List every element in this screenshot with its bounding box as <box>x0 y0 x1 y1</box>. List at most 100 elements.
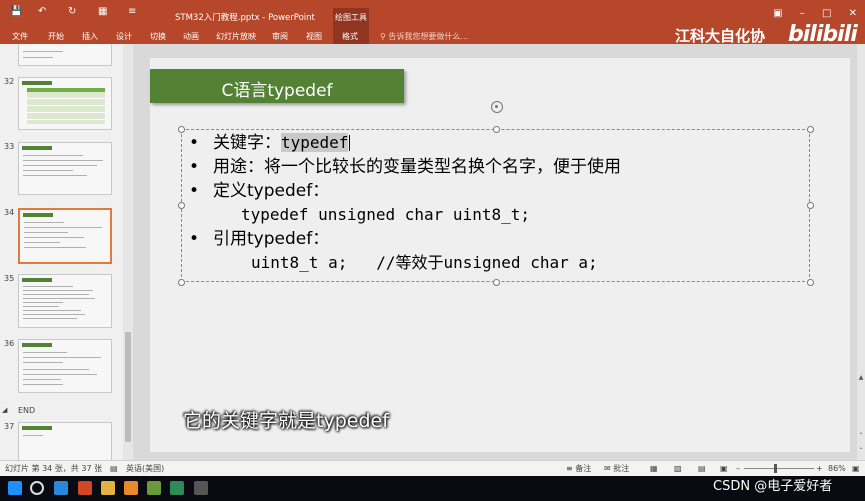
bullet-dot-icon: • <box>189 133 200 153</box>
previous-slide-icon[interactable]: ⌃ <box>857 432 865 439</box>
search-circle-icon[interactable] <box>30 481 44 495</box>
undo-icon[interactable]: ↶ <box>38 5 46 19</box>
section-label: END <box>18 406 36 415</box>
spell-check-icon[interactable]: ▤ <box>110 461 118 476</box>
resize-handle[interactable] <box>807 202 814 209</box>
notes-label: 备注 <box>575 464 592 473</box>
tab-slideshow[interactable]: 幻灯片放映 <box>216 30 256 44</box>
slide-number: 33 <box>4 142 15 151</box>
customize-qat-icon[interactable]: ≡ <box>128 5 136 19</box>
slide-number: 37 <box>4 422 15 431</box>
slide-number: 34 <box>4 208 15 217</box>
code-line: typedef unsigned char uint8_t; <box>185 203 805 227</box>
bullet-text: 定义typedef： <box>213 181 330 201</box>
tab-insert[interactable]: 插入 <box>82 30 98 44</box>
language-indicator[interactable]: 英语(美国) <box>126 461 164 476</box>
resize-handle[interactable] <box>178 202 185 209</box>
excel-app-icon[interactable] <box>170 481 184 495</box>
slide-title-box[interactable]: C语言typedef <box>150 69 404 103</box>
reading-view-icon[interactable]: ▤ <box>698 461 706 476</box>
slide-number: 36 <box>4 339 15 348</box>
zoom-out-icon[interactable]: – <box>736 461 740 476</box>
collapse-section-icon[interactable]: ◢ <box>2 406 7 414</box>
bullet-line: • 用途：将一个比较长的变量类型名换个名字，便于使用 <box>185 155 805 179</box>
zoom-slider-knob[interactable] <box>774 464 777 473</box>
restore-icon[interactable]: □ <box>822 8 831 19</box>
ribbon-options-icon[interactable]: ▣ <box>773 8 782 19</box>
slide-editing-area: C语言typedef • 关键字：typedef • 用途：将一个比较长的变量类型名… <box>133 44 865 460</box>
slide-thumbnail[interactable] <box>18 422 112 460</box>
tab-view[interactable]: 视图 <box>306 30 322 44</box>
window-controls: ▣ – □ ✕ <box>759 8 857 19</box>
highlighted-keyword: typedef <box>281 133 349 152</box>
tab-file[interactable]: 文件 <box>12 30 28 44</box>
slide-sorter-icon[interactable]: ▧ <box>674 461 682 476</box>
zoom-in-icon[interactable]: + <box>816 461 823 476</box>
slide-number: 35 <box>4 274 15 283</box>
bullet-dot-icon: • <box>189 157 200 177</box>
csdn-watermark: CSDN @电子爱好者 <box>713 479 833 494</box>
resize-handle[interactable] <box>178 126 185 133</box>
slide-number: 32 <box>4 77 15 86</box>
video-subtitle: 它的关键字就是typedef <box>183 410 389 432</box>
bullet-text: 引用typedef： <box>213 229 330 249</box>
next-slide-icon[interactable]: ⌄ <box>857 444 865 451</box>
rotate-handle-icon[interactable] <box>491 101 503 113</box>
edge-browser-icon[interactable] <box>54 481 68 495</box>
tab-design[interactable]: 设计 <box>116 30 132 44</box>
slide-thumbnail[interactable] <box>18 142 112 195</box>
resize-handle[interactable] <box>807 126 814 133</box>
minimize-icon[interactable]: – <box>800 8 805 19</box>
tell-me-text: 告诉我您想要做什么... <box>388 32 469 41</box>
notes-button[interactable]: ≡ 备注 <box>566 461 591 476</box>
start-windows-icon[interactable] <box>8 481 22 495</box>
file-explorer-icon[interactable] <box>101 481 115 495</box>
slide-thumbnail[interactable] <box>18 274 112 328</box>
save-icon[interactable]: 💾 <box>10 5 22 19</box>
fit-to-window-icon[interactable]: ▣ <box>852 461 860 476</box>
comments-button[interactable]: ✉ 批注 <box>604 461 629 476</box>
text-cursor <box>349 135 351 151</box>
tab-home[interactable]: 开始 <box>48 30 64 44</box>
tab-format[interactable]: 格式 <box>338 30 362 44</box>
bullet-dot-icon: • <box>189 181 200 201</box>
tell-me-search[interactable]: ⚲ 告诉我您想要做什么... <box>380 30 468 44</box>
powerpoint-app-icon[interactable] <box>78 481 92 495</box>
resize-handle[interactable] <box>807 279 814 286</box>
app-icon[interactable] <box>147 481 161 495</box>
bullet-line: • 定义typedef： <box>185 179 805 203</box>
slideshow-view-icon[interactable]: ▣ <box>720 461 728 476</box>
normal-view-icon[interactable]: ▦ <box>650 461 658 476</box>
slide-thumbnail[interactable] <box>18 339 112 393</box>
slide-thumbnail[interactable] <box>18 77 112 130</box>
scroll-up-icon[interactable]: ▲ <box>857 374 865 381</box>
thumbnail-scrollbar-thumb[interactable] <box>125 332 131 442</box>
comments-label: 批注 <box>613 464 630 473</box>
zoom-level[interactable]: 86% <box>828 461 846 476</box>
slide-canvas: C语言typedef • 关键字：typedef • 用途：将一个比较长的变量类型名… <box>150 58 850 452</box>
resize-handle[interactable] <box>178 279 185 286</box>
app-icon[interactable] <box>194 481 208 495</box>
tab-transitions[interactable]: 切换 <box>150 30 166 44</box>
bullet-line: • 引用typedef： <box>185 227 805 251</box>
redo-icon[interactable]: ↻ <box>68 5 76 19</box>
ribbon-tabs: 文件 开始 插入 设计 切换 动画 幻灯片放映 审阅 视图 格式 <box>0 30 700 44</box>
title-bar: 💾 ↶ ↻ ▦ ≡ STM32入门教程.pptx - PowerPoint 绘图… <box>0 0 865 47</box>
zoom-slider[interactable] <box>744 468 814 469</box>
resize-handle[interactable] <box>493 279 500 286</box>
slide-thumbnail-selected[interactable] <box>18 208 112 264</box>
slide-body-text[interactable]: • 关键字：typedef • 用途：将一个比较长的变量类型名换个名字，便于使用 •… <box>185 131 805 275</box>
present-icon[interactable]: ▦ <box>98 5 107 19</box>
slide-scrollbar[interactable]: ▲ ⌃ ⌄ <box>857 44 865 460</box>
close-icon[interactable]: ✕ <box>849 8 857 19</box>
code-line: uint8_t a; //等效于unsigned char a; <box>185 251 805 275</box>
app-icon[interactable] <box>124 481 138 495</box>
thumbnail-scrollbar[interactable] <box>123 44 133 460</box>
slide-thumbnail[interactable] <box>18 44 112 66</box>
tab-review[interactable]: 审阅 <box>272 30 288 44</box>
tab-animations[interactable]: 动画 <box>183 30 199 44</box>
contextual-tab-label: 绘图工具 <box>335 13 367 22</box>
channel-brand: 江科大自化协 <box>675 27 766 45</box>
code-text: typedef unsigned char uint8_t; <box>241 205 530 224</box>
slide-thumbnail-pane: 32 33 34 35 36 ◢ END 37 <box>0 44 123 460</box>
